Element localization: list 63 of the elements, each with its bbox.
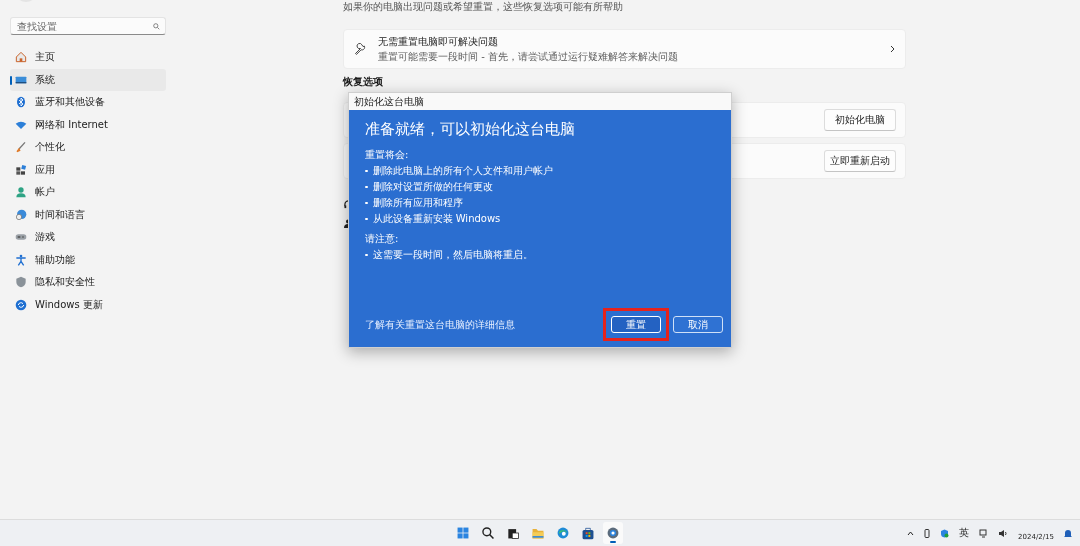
start-icon [456,526,470,540]
settings-icon [606,526,620,540]
shield-icon[interactable] [940,528,950,538]
option-button[interactable]: 立即重新启动 [824,150,896,172]
task-view-icon [506,526,520,540]
accessibility-icon [15,253,27,266]
search-field[interactable]: 查找设置 [10,17,166,35]
store-icon [581,526,595,540]
sidebar-item[interactable]: Windows 更新 [10,293,166,316]
sidebar-item[interactable]: 时间和语言 [10,203,166,226]
brush-icon [15,141,27,154]
search-icon [153,22,160,30]
sidebar-item[interactable]: 主页 [10,46,166,69]
dialog-title: 初始化这台电脑 [354,94,424,109]
network-icon[interactable] [979,528,989,538]
chevron-up-icon[interactable] [907,530,915,536]
sidebar-item[interactable]: 蓝牙和其他设备 [10,91,166,114]
list-item: 这需要一段时间，然后电脑将重启。 [372,248,533,262]
sidebar-item[interactable]: 游戏 [10,226,166,249]
search-icon [481,526,495,540]
wrench-icon [354,43,366,55]
shield-icon [15,276,27,289]
folder-icon [531,526,545,540]
sidebar-item[interactable]: 帐户 [10,181,166,204]
update-icon [15,298,27,311]
troubleshoot-card[interactable]: 无需重置电脑即可解决问题 重置可能需要一段时间 - 首先，请尝试通过运行疑难解答来解决问题 [343,29,906,69]
chevron-right-icon [890,45,895,53]
bullet-icon [365,253,368,257]
bullet-icon [365,201,368,205]
globe-clock-icon [15,208,27,221]
card-title: 无需重置电脑即可解决问题 [378,34,499,49]
home-icon [15,51,27,64]
speaker-icon[interactable] [998,528,1009,538]
apps-icon [15,163,27,176]
card-subtitle: 重置可能需要一段时间 - 首先，请尝试通过运行疑难解答来解决问题 [378,49,679,64]
input-language[interactable]: 英 [959,526,970,540]
sidebar-item[interactable]: 网络和 Internet [10,113,166,136]
sidebar-item[interactable]: 应用 [10,158,166,181]
sidebar-item[interactable]: 个性化 [10,136,166,159]
bullet-icon [365,169,368,173]
browser-icon [556,526,570,540]
person-icon [15,186,27,199]
intro-text: 如果你的电脑出现问题或希望重置，这些恢复选项可能有所帮助 [343,0,624,13]
sidebar-item[interactable]: 隐私和安全性 [10,271,166,294]
bullet-icon [365,217,368,221]
section-title: 恢复选项 [343,75,384,88]
bluetooth-icon [15,96,27,109]
details-link[interactable]: 了解有关重置这台电脑的详细信息 [365,317,599,332]
sidebar-item[interactable]: 系统 [10,68,166,91]
list-item: 从此设备重新安装 Windows [372,212,501,226]
dialog-heading: 准备就绪，可以初始化这台电脑 [365,120,576,139]
bell-icon[interactable] [1064,528,1072,538]
list-item: 删除此电脑上的所有个人文件和用户帐户 [372,164,553,178]
bullet-icon [365,185,368,189]
list-item: 删除所有应用和程序 [372,196,463,210]
dialog-button[interactable]: 重置 [611,316,661,333]
sidebar-item[interactable]: 辅助功能 [10,248,166,271]
list-item: 删除对设置所做的任何更改 [372,180,493,194]
option-button[interactable]: 初始化电脑 [824,109,896,131]
list-label: 请注意: [365,232,400,246]
list-label: 重置将会: [365,148,410,162]
usb-icon[interactable] [924,528,931,538]
dialog-button[interactable]: 取消 [673,316,723,333]
